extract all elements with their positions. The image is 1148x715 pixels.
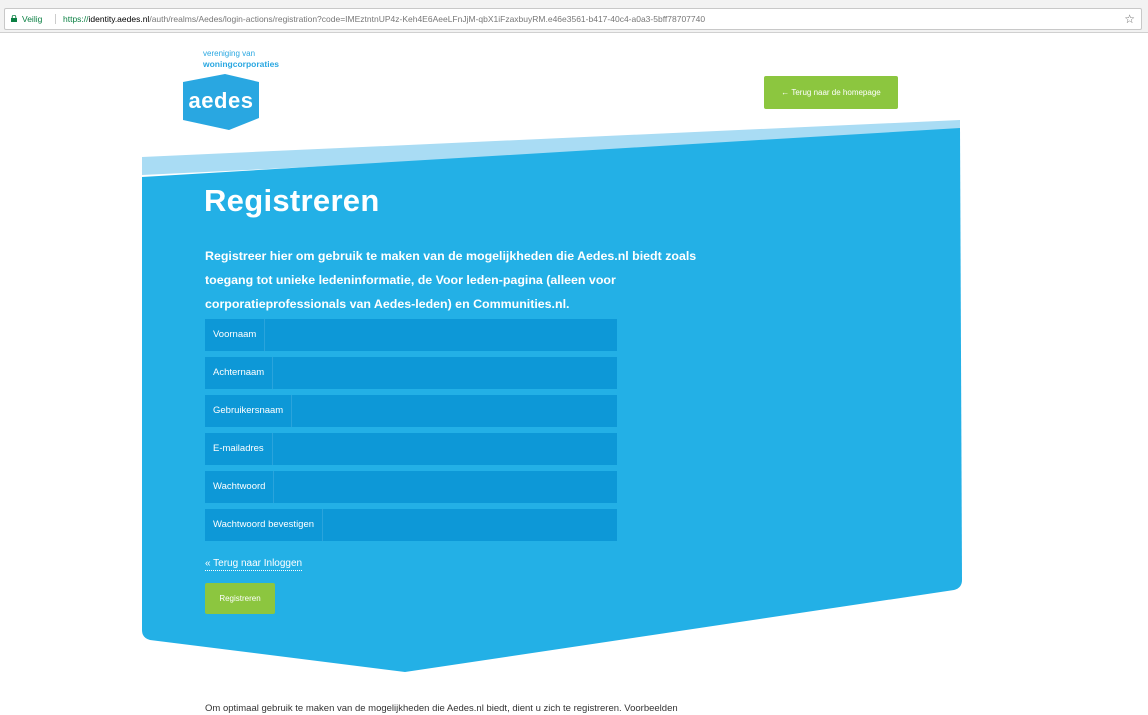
register-button[interactable]: Registreren (205, 583, 275, 614)
username-field[interactable]: Gebruikersnaam (205, 395, 617, 429)
email-input[interactable] (271, 433, 617, 467)
footer-text: Om optimaal gebruik te maken van de moge… (205, 703, 678, 714)
email-field[interactable]: E-mailadres (205, 433, 617, 467)
intro-text: Registreer hier om gebruik te maken van … (205, 249, 697, 311)
field-label: Achternaam (205, 357, 274, 389)
field-label: Voornaam (205, 319, 266, 351)
first-name-input[interactable] (263, 319, 617, 353)
page-title: Registreren (204, 183, 380, 218)
first-name-field[interactable]: Voornaam (205, 319, 617, 353)
password-input[interactable] (272, 471, 617, 505)
password-field[interactable]: Wachtwoord (205, 471, 617, 505)
confirm-password-field[interactable]: Wachtwoord bevestigen (205, 509, 617, 543)
field-label: Wachtwoord (205, 471, 275, 503)
username-input[interactable] (290, 395, 617, 429)
back-to-login-link[interactable]: « Terug naar Inloggen (205, 558, 303, 571)
last-name-input[interactable] (271, 357, 617, 391)
last-name-field[interactable]: Achternaam (205, 357, 617, 391)
field-label: Wachtwoord bevestigen (205, 509, 324, 541)
registration-form: Voornaam Achternaam Gebruikersnaam E-mai… (205, 319, 617, 547)
field-label: Gebruikersnaam (205, 395, 293, 427)
confirm-password-input[interactable] (321, 509, 617, 543)
field-label: E-mailadres (205, 433, 273, 465)
